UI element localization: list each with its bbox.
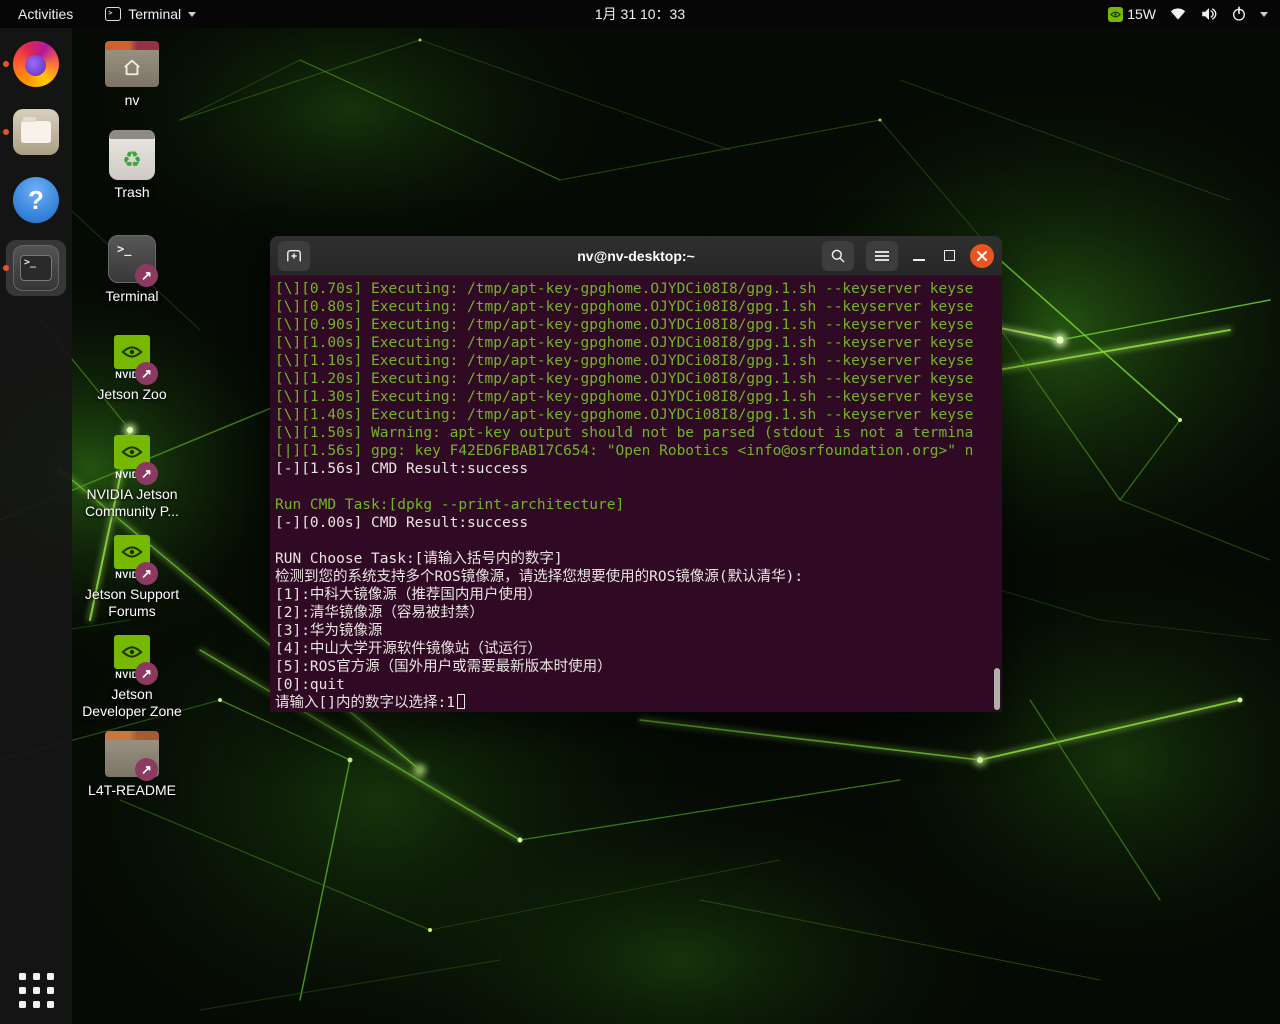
app-menu[interactable]: > Terminal — [105, 6, 196, 22]
close-button[interactable] — [970, 244, 994, 268]
text-cursor — [457, 694, 465, 709]
desktop-icon-label: Jetson Support Forums — [82, 586, 182, 620]
firefox-icon — [13, 41, 59, 87]
scrollbar-thumb[interactable] — [994, 668, 1000, 710]
terminal-line: [3]:华为镜像源 — [275, 622, 1002, 640]
window-title: nv@nv-desktop:~ — [577, 248, 695, 264]
terminal-app-icon: > — [105, 7, 121, 21]
terminal-output: [\][0.70s] Executing: /tmp/apt-key-gpgho… — [275, 280, 1002, 712]
terminal-line: 检测到您的系统支持多个ROS镜像源，请选择您想要使用的ROS镜像源(默认清华): — [275, 568, 1002, 586]
terminal-line: [-][1.56s] CMD Result:success — [275, 460, 1002, 478]
terminal-icon: >_ — [13, 245, 59, 291]
link-arrow-icon: ↗ — [135, 758, 158, 781]
desktop-icon-label: Terminal — [82, 288, 182, 305]
desktop-icon-nvidia-jetson-community[interactable]: NVIDIA ↗ NVIDIA Jetson Community P... — [82, 430, 182, 520]
link-arrow-icon: ↗ — [135, 362, 158, 385]
search-button[interactable] — [822, 241, 854, 271]
desktop-icon-label: nv — [82, 92, 182, 109]
help-icon: ? — [13, 177, 59, 223]
link-arrow-icon: ↗ — [135, 462, 158, 485]
power-usage-indicator: 15W — [1108, 6, 1156, 22]
dock-item-files[interactable] — [6, 104, 66, 160]
terminal-line: [-][0.00s] CMD Result:success — [275, 514, 1002, 532]
maximize-button[interactable] — [940, 250, 958, 261]
terminal-line: [\][1.30s] Executing: /tmp/apt-key-gpgho… — [275, 388, 1002, 406]
terminal-line: [|][1.56s] gpg: key F42ED6FBAB17C654: "O… — [275, 442, 1002, 460]
clock[interactable]: 1月 31 10：33 — [595, 4, 685, 24]
dock-item-firefox[interactable] — [6, 36, 66, 92]
terminal-line — [275, 478, 1002, 496]
link-arrow-icon: ↗ — [135, 562, 158, 585]
terminal-line: [5]:ROS官方源（国外用户或需要最新版本时使用） — [275, 658, 1002, 676]
running-indicator — [3, 61, 9, 67]
chevron-down-icon — [188, 12, 196, 17]
dock-item-help[interactable]: ? — [6, 172, 66, 228]
desktop-icon-nv[interactable]: nv — [82, 36, 182, 109]
desktop-icon-label: L4T-README — [82, 782, 182, 799]
app-menu-label: Terminal — [128, 6, 181, 22]
terminal-line: [\][1.50s] Warning: apt-key output shoul… — [275, 424, 1002, 442]
new-tab-button[interactable] — [278, 241, 310, 271]
system-status-area[interactable]: 15W — [1108, 6, 1280, 22]
terminal-line: [2]:清华镜像源（容易被封禁） — [275, 604, 1002, 622]
terminal-line: [\][1.40s] Executing: /tmp/apt-key-gpgho… — [275, 406, 1002, 424]
power-icon — [1231, 6, 1247, 22]
wifi-icon — [1169, 7, 1187, 21]
terminal-titlebar[interactable]: nv@nv-desktop:~ — [270, 236, 1002, 276]
power-watts-label: 15W — [1127, 6, 1156, 22]
terminal-line: [\][0.90s] Executing: /tmp/apt-key-gpgho… — [275, 316, 1002, 334]
chevron-down-icon — [1260, 12, 1268, 17]
terminal-output-area[interactable]: [\][0.70s] Executing: /tmp/apt-key-gpgho… — [270, 276, 1002, 712]
show-applications-button[interactable] — [19, 973, 54, 1008]
desktop-icon-terminal[interactable]: >_ ↗ Terminal — [82, 232, 182, 305]
desktop-icon-jetson-developer-zone[interactable]: NVIDIA ↗ Jetson Developer Zone — [82, 630, 182, 720]
desktop-icon-label: Trash — [82, 184, 182, 201]
desktop-icon-label: NVIDIA Jetson Community P... — [82, 486, 182, 520]
terminal-line: [\][0.80s] Executing: /tmp/apt-key-gpgho… — [275, 298, 1002, 316]
terminal-line: Run CMD Task:[dpkg --print-architecture] — [275, 496, 1002, 514]
terminal-window: nv@nv-desktop:~ [\][0.70s] Executing: /t… — [270, 236, 1002, 712]
desktop-icon-l4t-readme[interactable]: ↗ L4T-README — [82, 726, 182, 799]
terminal-line: [4]:中山大学开源软件镜像站（试运行） — [275, 640, 1002, 658]
desktop-icon-label: Jetson Developer Zone — [82, 686, 182, 720]
dock: ? >_ — [0, 28, 72, 1024]
trash-icon: ♻ — [109, 130, 155, 180]
running-indicator — [3, 129, 9, 135]
files-icon — [13, 109, 59, 155]
terminal-line — [275, 532, 1002, 550]
desktop-icon-label: Jetson Zoo — [82, 386, 182, 403]
terminal-line: RUN Choose Task:[请输入括号内的数字] — [275, 550, 1002, 568]
terminal-line: [\][0.70s] Executing: /tmp/apt-key-gpgho… — [275, 280, 1002, 298]
desktop-icon-trash[interactable]: ♻ Trash — [82, 128, 182, 201]
top-bar: Activities > Terminal 1月 31 10：33 15W — [0, 0, 1280, 28]
terminal-line: 请输入[]内的数字以选择:1 — [275, 694, 1002, 712]
activities-button[interactable]: Activities — [12, 6, 79, 22]
dock-item-terminal[interactable]: >_ — [6, 240, 66, 296]
running-indicator — [3, 265, 9, 271]
nvidia-logo-icon — [1108, 7, 1123, 22]
terminal-line: [0]:quit — [275, 676, 1002, 694]
home-folder-icon — [105, 47, 159, 87]
link-arrow-icon: ↗ — [135, 662, 158, 685]
menu-button[interactable] — [866, 241, 898, 271]
desktop-icon-jetson-support-forums[interactable]: NVIDIA ↗ Jetson Support Forums — [82, 530, 182, 620]
terminal-line: [\][1.20s] Executing: /tmp/apt-key-gpgho… — [275, 370, 1002, 388]
terminal-line: [\][1.10s] Executing: /tmp/apt-key-gpgho… — [275, 352, 1002, 370]
volume-icon — [1200, 6, 1218, 22]
terminal-line: [\][1.00s] Executing: /tmp/apt-key-gpgho… — [275, 334, 1002, 352]
minimize-button[interactable] — [910, 251, 928, 261]
link-arrow-icon: ↗ — [135, 264, 158, 287]
terminal-line: [1]:中科大镜像源（推荐国内用户使用） — [275, 586, 1002, 604]
desktop-icon-jetson-zoo[interactable]: NVIDIA ↗ Jetson Zoo — [82, 330, 182, 403]
